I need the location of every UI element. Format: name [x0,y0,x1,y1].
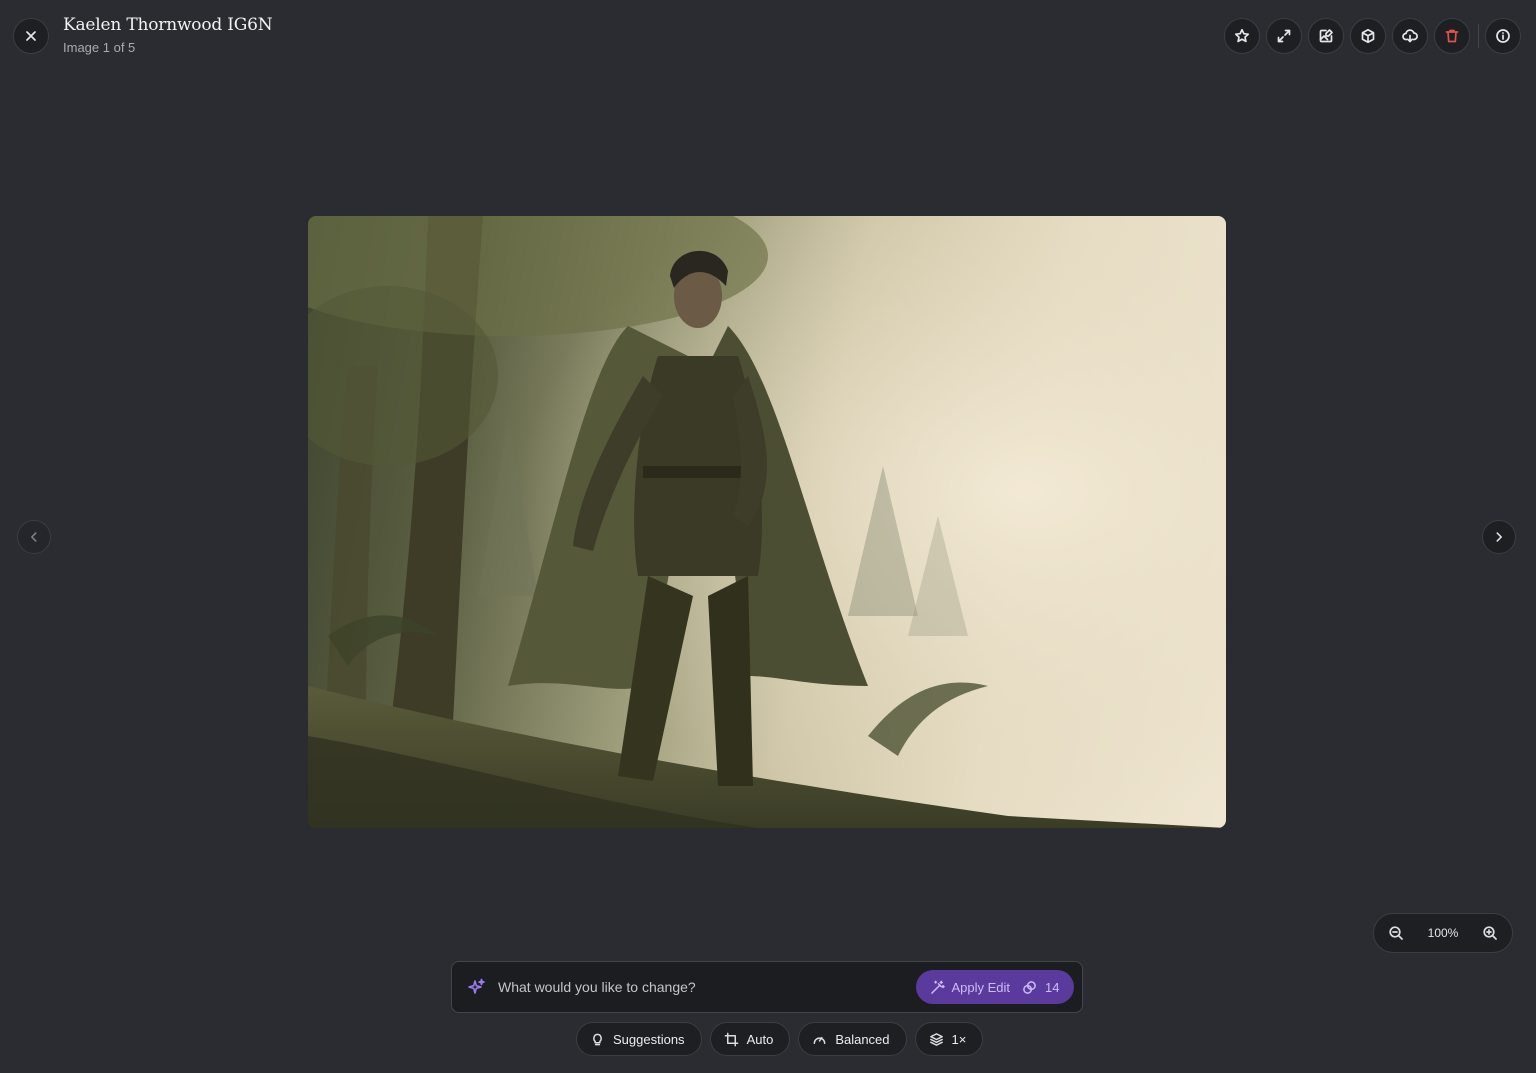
expand-icon [1277,29,1291,43]
batch-count-button[interactable]: 1× [914,1022,984,1056]
next-image-button[interactable] [1482,520,1516,554]
zoom-control: 100% [1373,913,1513,953]
previous-image-button[interactable] [17,520,51,554]
quality-balanced-button[interactable]: Balanced [798,1022,907,1056]
3d-model-button[interactable] [1350,18,1386,54]
aspect-auto-button[interactable]: Auto [709,1022,791,1056]
sparkles-icon [468,978,486,996]
edit-prompt-input[interactable] [496,978,916,996]
generated-image[interactable] [308,216,1226,828]
image-counter: Image 1 of 5 [63,40,136,55]
page-title: Kaelen Thornwood IG6N [63,15,273,35]
credits-icon [1023,980,1036,994]
suggestions-button[interactable]: Suggestions [576,1022,702,1056]
zoom-in-button[interactable] [1482,925,1498,941]
magic-wand-icon [931,980,946,994]
suggestions-label: Suggestions [613,1031,685,1047]
toolbar-divider [1478,24,1479,48]
info-button[interactable] [1485,18,1521,54]
star-icon [1234,28,1250,43]
edit-options: Suggestions Auto Balanced 1× [576,1022,984,1056]
trash-icon [1445,29,1459,43]
lightbulb-icon [593,1033,602,1045]
close-icon [26,31,36,41]
delete-button[interactable] [1434,18,1470,54]
favorite-button[interactable] [1224,18,1260,54]
aspect-auto-label: Auto [746,1031,774,1047]
image-edit-icon [1319,29,1333,43]
zoom-in-icon [1483,926,1497,940]
title-block: Kaelen Thornwood IG6N Image 1 of 5 [63,15,273,55]
chevron-left-icon [31,532,37,542]
zoom-out-icon [1389,926,1403,940]
close-button[interactable] [13,18,49,54]
info-icon [1496,29,1510,43]
expand-button[interactable] [1266,18,1302,54]
zoom-out-button[interactable] [1388,925,1404,941]
crop-icon [724,1032,738,1046]
apply-edit-label: Apply Edit [951,979,1011,995]
quality-balanced-label: Balanced [835,1031,890,1047]
image-edit-button[interactable] [1308,18,1344,54]
artwork-illustration [308,216,1226,828]
chevron-right-icon [1496,532,1502,542]
batch-count-label: 1× [951,1031,967,1047]
layers-icon [929,1032,943,1046]
download-button[interactable] [1392,18,1428,54]
apply-edit-button[interactable]: Apply Edit 14 [916,970,1074,1004]
download-icon [1402,29,1418,43]
cube-icon [1361,28,1375,44]
credit-cost: 14 [1045,979,1060,995]
edit-prompt-bar: Apply Edit 14 [451,961,1083,1013]
gauge-icon [813,1036,826,1044]
zoom-level: 100% [1427,926,1459,940]
